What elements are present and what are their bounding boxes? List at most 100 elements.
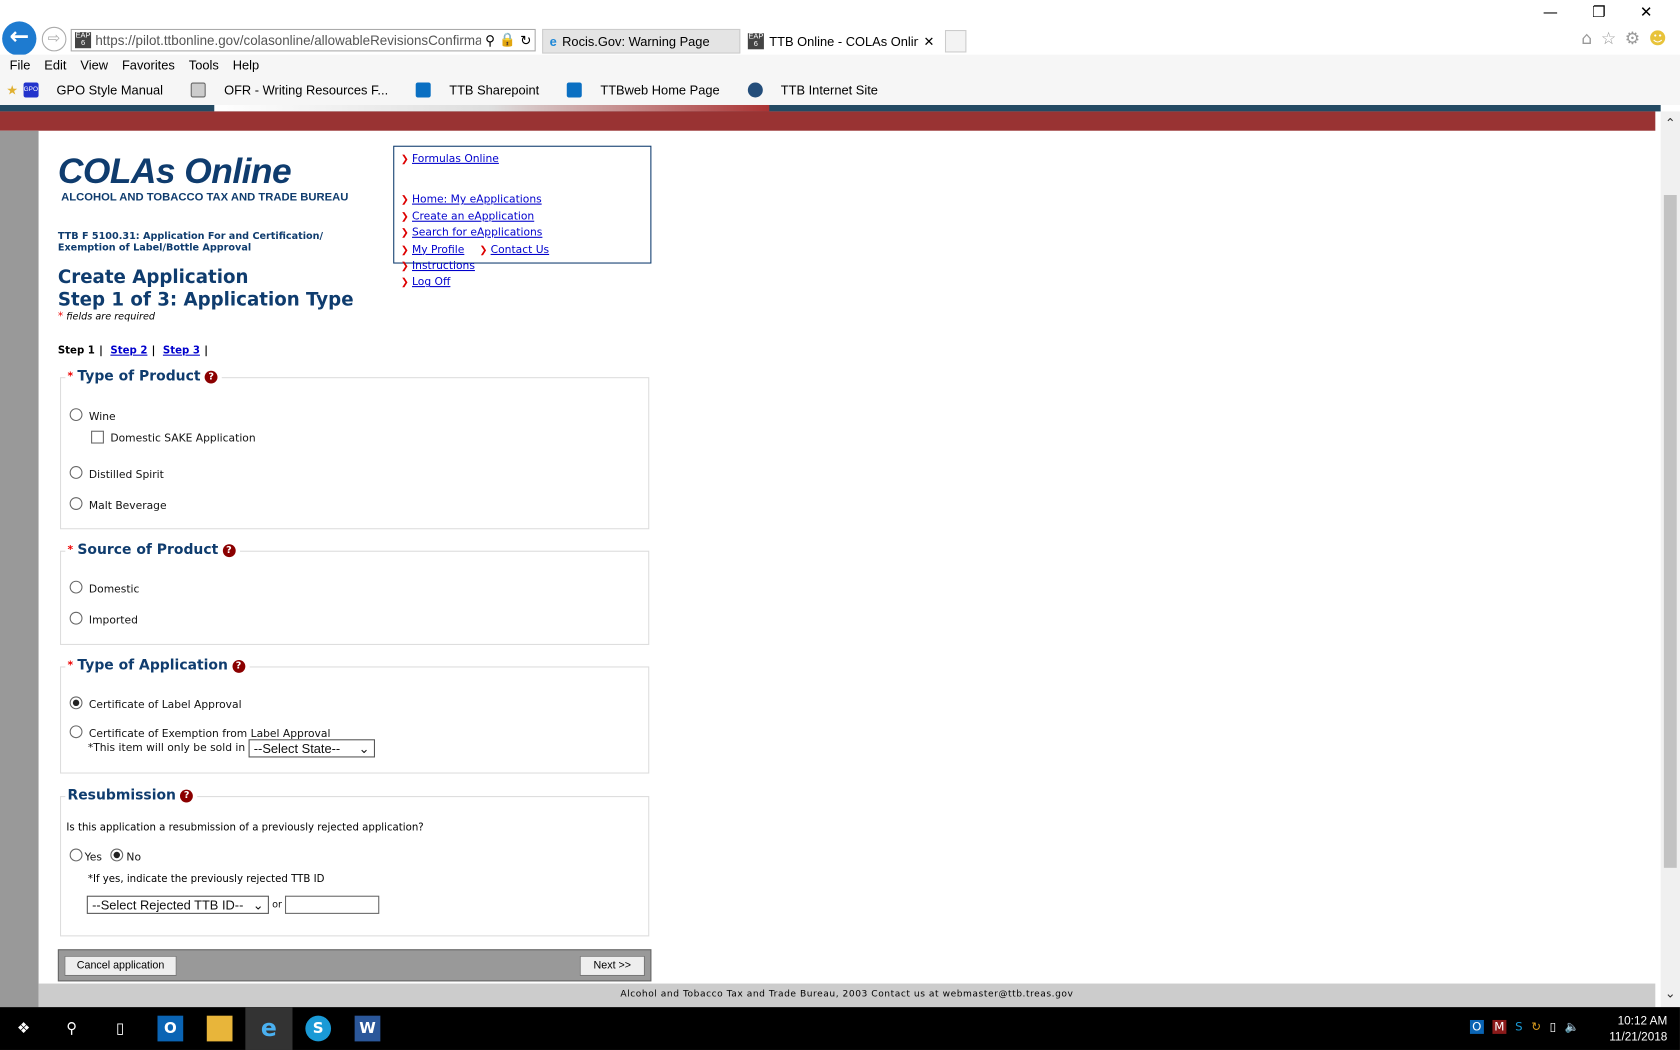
tab-colas[interactable]: EAP6 TTB Online - COLAs Online ... ✕ [741,28,941,54]
help-icon[interactable]: ? [180,789,194,802]
radio-button[interactable] [69,725,83,739]
clock[interactable]: 10:12 AM 11/21/2018 [1609,1014,1667,1046]
scroll-down-icon[interactable]: ⌄ [1661,986,1680,1001]
radio-button[interactable] [69,466,83,479]
menu-help[interactable]: Help [233,58,259,73]
word-icon[interactable]: W [354,1015,381,1042]
step-3-link[interactable]: Step 3 [163,345,200,357]
cancel-application-button[interactable]: Cancel application [64,955,177,977]
help-icon[interactable]: ? [222,543,236,557]
new-tab-button[interactable] [944,29,967,53]
rejected-ttb-id-select[interactable]: --Select Rejected TTB ID-- ⌄ [86,895,269,914]
fav-ttbweb[interactable]: TTBweb Home Page [567,82,733,98]
skype-tray-icon[interactable]: S [1515,1020,1522,1034]
ttb-id-input[interactable] [285,895,380,914]
url-text[interactable]: https://pilot.ttbonline.gov/colasonline/… [95,33,480,48]
menu-edit[interactable]: Edit [44,58,66,73]
radio-certificate-label-approval[interactable]: Certificate of Label Approval [69,694,242,711]
radio-certificate-exemption[interactable]: Certificate of Exemption from Label Appr… [69,723,330,740]
sync-icon[interactable]: ↻ [1531,1020,1541,1034]
outlook-icon[interactable]: O [157,1015,184,1042]
ie-icon[interactable]: e [256,1015,282,1042]
nav-instructions[interactable]: Instructions [412,260,475,272]
step-2-link[interactable]: Step 2 [110,345,147,357]
eap-icon: EAP 6 [747,33,764,50]
bullet-icon: ❯ [400,228,409,240]
skype-icon[interactable]: S [305,1015,332,1042]
home-icon[interactable]: ⌂ [1581,28,1592,48]
menu-file[interactable]: File [10,58,31,73]
radio-button-selected[interactable] [110,848,124,862]
nav-logoff[interactable]: Log Off [412,277,450,289]
select-value: --Select State-- [253,740,341,756]
menu-view[interactable]: View [80,58,108,73]
radio-button[interactable] [69,611,83,625]
radio-button-selected[interactable] [69,696,83,710]
scroll-thumb[interactable] [1663,194,1677,868]
checkbox-sake[interactable]: Domestic SAKE Application [91,429,256,445]
smiley-icon[interactable]: ☻ [1649,28,1667,48]
menu-favorites[interactable]: Favorites [122,58,175,73]
file-explorer-icon[interactable] [206,1015,233,1042]
radio-no[interactable]: No [110,846,142,864]
seal-icon [747,82,763,98]
task-view-icon[interactable]: ▯ [107,1016,133,1042]
address-bar[interactable]: EAP 6 https://pilot.ttbonline.gov/colason… [70,28,536,52]
shield-icon[interactable]: M [1492,1019,1507,1034]
nav-formulas[interactable]: Formulas Online [412,153,499,165]
add-favorite-icon[interactable]: ★ [6,82,18,97]
radio-domestic[interactable]: Domestic [69,579,139,596]
help-icon[interactable]: ? [232,659,246,673]
menu-tools[interactable]: Tools [189,58,219,73]
clock-time: 10:12 AM [1617,1014,1668,1028]
back-button[interactable]: ← [2,21,37,56]
or-label: or [272,899,283,911]
nav-home[interactable]: Home: My eApplications [412,194,542,206]
radio-malt-beverage[interactable]: Malt Beverage [69,495,167,512]
nav-create[interactable]: Create an eApplication [412,211,534,223]
checkbox[interactable] [91,430,104,444]
next-button[interactable]: Next >> [579,955,645,977]
usb-icon[interactable]: ▯ [1550,1020,1556,1034]
minimize-icon[interactable]: — [1543,4,1558,21]
radio-button[interactable] [69,580,83,594]
radio-wine[interactable]: Wine [69,406,116,423]
fav-ttb-internet[interactable]: TTB Internet Site [747,82,892,98]
radio-button[interactable] [69,497,83,510]
volume-icon[interactable]: 🔈 [1565,1020,1580,1034]
scroll-up-icon[interactable]: ⌃ [1661,116,1680,131]
fav-sharepoint[interactable]: TTB Sharepoint [416,82,553,98]
state-select[interactable]: --Select State-- ⌄ [248,739,375,758]
page-subtitle: Step 1 of 3: Application Type [57,289,354,311]
fav-ofr[interactable]: OFR - Writing Resources F... [190,82,402,98]
radio-button[interactable] [69,408,83,422]
fav-label: OFR - Writing Resources F... [224,82,389,98]
option-label: No [126,851,142,864]
ie-icon: e [549,33,557,49]
scrollbar[interactable]: ⌃ ⌄ [1660,111,1680,1008]
favorites-star-icon[interactable]: ☆ [1601,28,1616,48]
close-icon[interactable]: ✕ [1640,4,1653,21]
nav-search[interactable]: Search for eApplications [412,227,542,239]
windows-start-icon[interactable]: ❖ [11,1016,37,1042]
help-icon[interactable]: ? [204,370,218,384]
outlook-tray-icon[interactable]: O [1469,1019,1484,1034]
nav-contact[interactable]: Contact Us [491,244,550,256]
search-icon[interactable]: ⚲ [485,32,495,48]
tab-rocis[interactable]: e Rocis.Gov: Warning Page [542,28,741,54]
close-tab-icon[interactable]: ✕ [923,34,934,49]
chevron-down-icon: ⌄ [358,740,370,756]
fav-gpo[interactable]: GPO GPO Style Manual [23,82,177,98]
search-icon[interactable]: ⚲ [59,1016,85,1042]
radio-yes[interactable]: Yes [69,846,102,864]
refresh-icon[interactable]: ↻ [520,32,531,48]
forward-button[interactable]: ⇨ [41,26,67,52]
nav-profile[interactable]: My Profile [412,244,464,256]
radio-imported[interactable]: Imported [69,610,138,627]
radio-button[interactable] [69,848,83,862]
section-legend: * Source of Product? [65,542,240,559]
radio-distilled-spirit[interactable]: Distilled Spirit [69,464,164,481]
restore-icon[interactable]: ❐ [1592,4,1605,21]
footer: Alcohol and Tobacco Tax and Trade Bureau… [38,983,1656,1008]
gear-icon[interactable]: ⚙ [1625,28,1640,48]
